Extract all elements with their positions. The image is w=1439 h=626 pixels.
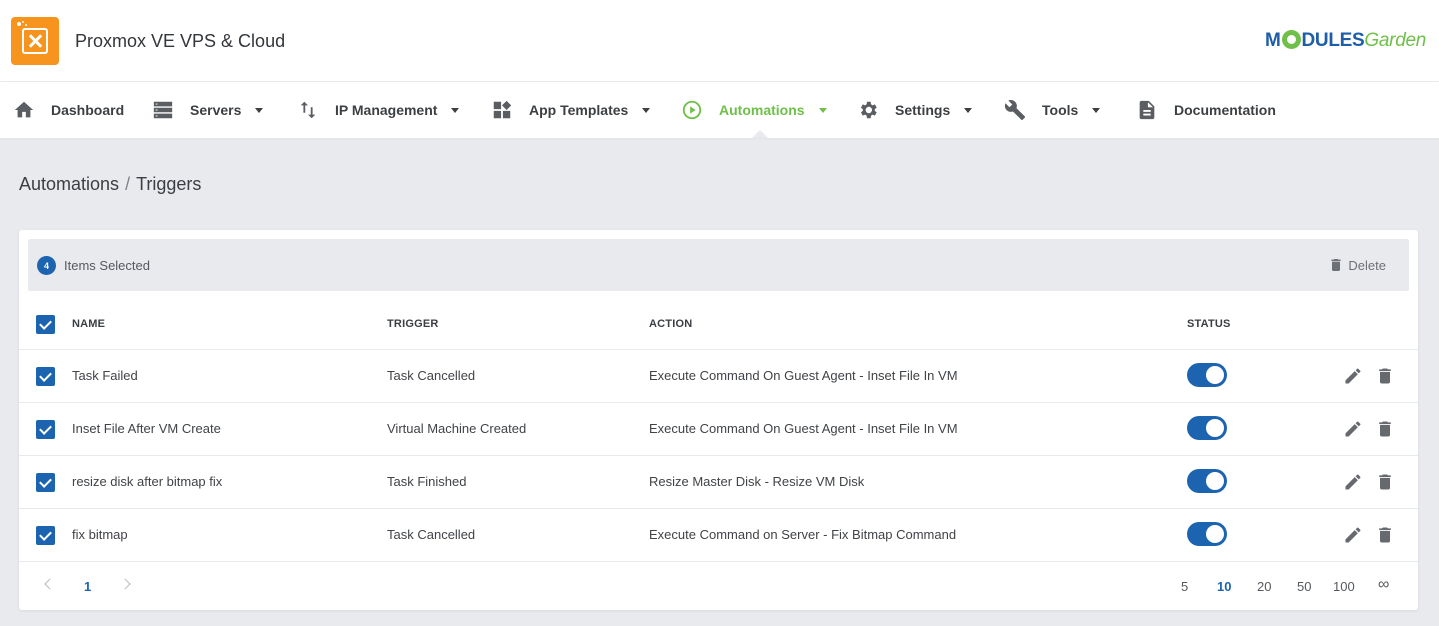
- breadcrumb: Automations / Triggers: [19, 174, 202, 194]
- app-logo-icon: [11, 17, 59, 65]
- servers-icon: [153, 101, 173, 119]
- edit-pencil-icon[interactable]: [1343, 525, 1363, 545]
- delete-selected-button[interactable]: Delete: [1328, 255, 1386, 275]
- row-trigger: Task Cancelled: [387, 368, 476, 383]
- status-toggle[interactable]: [1187, 363, 1227, 387]
- chevron-down-icon: [642, 107, 651, 113]
- table-row: Inset File After VM Create Virtual Machi…: [19, 402, 1418, 455]
- nav-item-dashboard[interactable]: Dashboard: [13, 82, 124, 138]
- nav-item-app-templates[interactable]: App Templates: [491, 82, 651, 138]
- nav-item-settings[interactable]: Settings: [857, 82, 973, 138]
- app-header: Proxmox VE VPS & Cloud M DULESGarden: [0, 0, 1439, 82]
- chevron-left-icon[interactable]: [44, 578, 56, 590]
- edit-pencil-icon[interactable]: [1343, 366, 1363, 386]
- breadcrumb-parent[interactable]: Automations: [19, 174, 119, 194]
- selected-count-badge: 4: [37, 256, 56, 275]
- wrench-icon: [1004, 100, 1026, 121]
- home-icon: [14, 101, 34, 118]
- row-checkbox[interactable]: [36, 473, 55, 492]
- swap-vertical-icon: [300, 101, 316, 119]
- row-name: resize disk after bitmap fix: [72, 474, 223, 489]
- page-size-50[interactable]: 50: [1297, 579, 1311, 594]
- page-size-all[interactable]: ∞: [1378, 576, 1389, 594]
- brand-gear-icon: [1281, 30, 1301, 49]
- page-size-5[interactable]: 5: [1181, 579, 1188, 594]
- row-trigger: Task Finished: [387, 474, 467, 489]
- status-toggle[interactable]: [1187, 416, 1227, 440]
- column-header-name[interactable]: NAME: [72, 318, 105, 330]
- chevron-down-icon: [964, 107, 973, 113]
- row-trigger: Virtual Machine Created: [387, 421, 527, 436]
- selection-bar: 4 Items Selected Delete: [28, 239, 1409, 291]
- chevron-down-icon: [1092, 107, 1101, 113]
- row-checkbox[interactable]: [36, 526, 55, 545]
- app-title: Proxmox VE VPS & Cloud: [75, 31, 286, 51]
- gear-icon: [860, 101, 877, 119]
- column-header-action[interactable]: ACTION: [649, 318, 692, 330]
- table-row: resize disk after bitmap fix Task Finish…: [19, 455, 1418, 508]
- trash-icon[interactable]: [1375, 525, 1395, 545]
- table-row: Task Failed Task Cancelled Execute Comma…: [19, 349, 1418, 402]
- edit-pencil-icon[interactable]: [1343, 419, 1363, 439]
- chevron-down-icon: [255, 107, 264, 113]
- select-all-checkbox[interactable]: [36, 315, 55, 334]
- status-toggle[interactable]: [1187, 469, 1227, 493]
- trash-icon[interactable]: [1375, 419, 1395, 439]
- page-size-20[interactable]: 20: [1257, 579, 1271, 594]
- chevron-down-icon: [451, 107, 460, 113]
- column-header-status[interactable]: STATUS: [1187, 318, 1231, 330]
- active-nav-pointer: [752, 130, 768, 138]
- row-name: Task Failed: [72, 368, 138, 383]
- trash-icon: [1331, 259, 1342, 271]
- row-action: Execute Command on Server - Fix Bitmap C…: [649, 527, 957, 542]
- row-checkbox[interactable]: [36, 367, 55, 386]
- table-row: fix bitmap Task Cancelled Execute Comman…: [19, 508, 1418, 561]
- edit-pencil-icon[interactable]: [1343, 472, 1363, 492]
- triggers-table-card: 4 Items Selected Delete NAME TRIGGER ACT…: [19, 230, 1418, 610]
- row-action: Execute Command On Guest Agent - Inset F…: [649, 368, 958, 383]
- pagination-divider: [19, 561, 1418, 562]
- row-name: Inset File After VM Create: [72, 421, 221, 436]
- row-action: Execute Command On Guest Agent - Inset F…: [649, 421, 958, 436]
- document-icon: [1139, 100, 1155, 120]
- status-toggle[interactable]: [1187, 522, 1227, 546]
- nav-item-ip-management[interactable]: IP Management: [297, 82, 460, 138]
- chevron-right-icon[interactable]: [119, 578, 131, 590]
- row-trigger: Task Cancelled: [387, 527, 476, 542]
- main-nav: Dashboard Servers IP Management App Temp…: [0, 82, 1439, 138]
- breadcrumb-current: Triggers: [136, 174, 202, 194]
- nav-item-documentation[interactable]: Documentation: [1136, 82, 1276, 138]
- row-checkbox[interactable]: [36, 420, 55, 439]
- selected-count-label: Items Selected: [64, 258, 150, 273]
- brand-logo: M DULESGarden: [1264, 30, 1426, 51]
- page-size-10[interactable]: 10: [1217, 579, 1231, 594]
- play-circle-icon: [682, 100, 702, 120]
- chevron-down-icon: [818, 107, 827, 113]
- row-name: fix bitmap: [72, 527, 128, 542]
- page-number-1[interactable]: 1: [84, 579, 91, 594]
- row-action: Resize Master Disk - Resize VM Disk: [649, 474, 865, 489]
- nav-item-tools[interactable]: Tools: [1004, 82, 1101, 138]
- trash-icon[interactable]: [1375, 366, 1395, 386]
- column-header-trigger[interactable]: TRIGGER: [387, 318, 439, 330]
- widgets-icon: [493, 100, 512, 119]
- page-size-100[interactable]: 100: [1333, 579, 1355, 594]
- trash-icon[interactable]: [1375, 472, 1395, 492]
- nav-item-servers[interactable]: Servers: [152, 82, 264, 138]
